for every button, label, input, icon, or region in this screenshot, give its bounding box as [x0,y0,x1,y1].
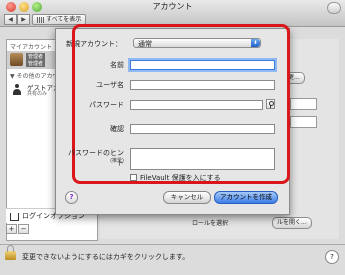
home-icon [10,213,19,221]
open-parental-button[interactable]: ルを開く... [272,217,312,229]
verify-label: 確認 [110,125,124,133]
grid-icon [37,16,44,23]
toolbar-toggle-button[interactable] [327,2,341,14]
name-label: 名前 [110,61,124,69]
accounts-window: アカウント ◀ ▶ すべてを表示 マイアカウント 管理者 管理者 ▼ その他のア… [0,0,345,275]
password-assistant-key-icon[interactable] [266,99,275,109]
user-name-redacted: 管理者 [26,53,46,60]
nav-buttons: ◀ ▶ [4,14,30,25]
username-label: ユーザ名 [96,81,124,89]
password-label: パスワード [89,101,124,109]
show-all-label: すべてを表示 [46,16,82,23]
guest-account-sub: 共有のみ [27,91,48,97]
bg-field [290,98,317,110]
user-role: 管理者 [26,60,46,67]
bg-field-2 [290,116,317,128]
add-account-button[interactable]: + [6,224,17,234]
remove-account-button[interactable]: − [18,224,29,234]
forward-button[interactable]: ▶ [17,14,30,25]
verify-field[interactable] [130,124,275,134]
title-bar: アカウント ◀ ▶ すべてを表示 [0,0,345,27]
guest-avatar-icon [10,82,23,95]
bg-login-label: ロールを選択 [192,220,229,227]
user-avatar [10,53,23,66]
cancel-button[interactable]: キャンセル [163,191,211,204]
password-hint-field[interactable] [130,148,275,170]
lock-icon[interactable] [5,245,16,260]
lock-text: 変更できないようにするにはカギをクリックします。 [22,253,190,261]
back-button[interactable]: ◀ [4,14,17,25]
password-field[interactable] [130,100,263,110]
create-account-button[interactable]: アカウントを作成 [214,191,278,204]
filevault-checkbox[interactable] [130,174,137,181]
help-button[interactable]: ? [65,191,78,204]
name-field[interactable] [130,60,275,70]
help-icon[interactable]: ? [325,250,339,264]
window-title: アカウント [152,2,193,11]
hint-recommended-label: (推奨) [110,158,124,164]
filevault-label: FileVault 保護を入にする [140,174,221,182]
username-field[interactable] [130,80,275,90]
lock-bar: 変更できないようにするにはカギをクリックします。 ? [0,244,345,275]
